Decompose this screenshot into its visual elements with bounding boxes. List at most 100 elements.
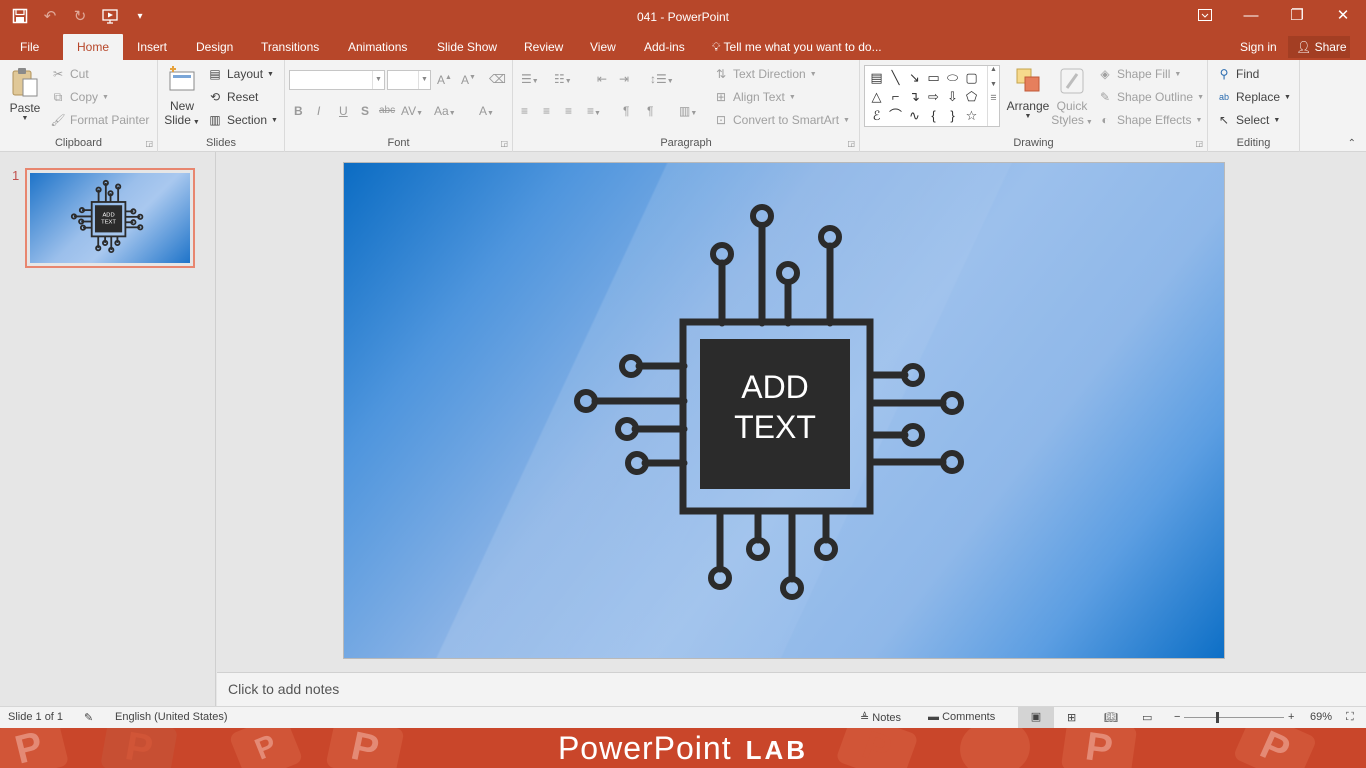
format-painter-button[interactable]: 🖌︎ Format Painter — [50, 112, 149, 128]
right-brace-shape-icon[interactable]: } — [943, 106, 962, 125]
character-spacing-icon[interactable]: AV▼ — [401, 104, 423, 118]
shapes-scrollbar[interactable]: ▲ ▼ ☰ — [987, 66, 999, 126]
left-brace-shape-icon[interactable]: { — [924, 106, 943, 125]
rectangle-shape-icon[interactable]: ▭ — [924, 68, 943, 87]
bold-icon[interactable]: B — [294, 104, 303, 118]
tab-home[interactable]: Home — [63, 34, 124, 60]
shapes-gallery[interactable]: ▤ ╲ ↘ ▭ ⬭ ▢ △ ⌐ ↴ ⇨ ⇩ ⬠ ℰ ⌒ ∿ { } ☆ ▲ ▼ ☰ — [864, 65, 1000, 127]
clear-formatting-icon[interactable]: ⌫ — [489, 72, 506, 86]
change-case-icon[interactable]: Aa▼ — [434, 104, 456, 118]
align-right-icon[interactable]: ≡ — [565, 104, 572, 118]
replace-button[interactable]: ab Replace ▼ — [1216, 89, 1291, 105]
elbow-arrow-shape-icon[interactable]: ↴ — [905, 87, 924, 106]
arrange-button[interactable]: Arrange ▼ — [1006, 66, 1050, 120]
rounded-rect-shape-icon[interactable]: ▢ — [962, 68, 981, 87]
dialog-launcher-icon[interactable]: ◲ — [145, 139, 153, 148]
italic-icon[interactable]: I — [317, 104, 320, 118]
slideshow-view-icon[interactable]: ▭ — [1142, 711, 1152, 724]
increase-indent-icon[interactable]: ⇥ — [619, 72, 629, 86]
notes-pane[interactable]: Click to add notes — [217, 672, 1366, 706]
normal-view-icon[interactable]: ▣ — [1018, 707, 1054, 728]
cut-button[interactable]: ✂ Cut — [50, 66, 89, 82]
tab-animations[interactable]: Animations — [348, 34, 407, 60]
zoom-slider-thumb[interactable] — [1216, 712, 1219, 723]
slide-thumbnail[interactable]: ADD TEXT — [25, 168, 195, 268]
numbering-icon[interactable]: ☷▼ — [554, 72, 572, 86]
tab-design[interactable]: Design — [196, 34, 233, 60]
underline-icon[interactable]: U — [339, 104, 348, 118]
arrow-line-shape-icon[interactable]: ↘ — [905, 68, 924, 87]
align-text-button[interactable]: ⊞ Align Text ▼ — [713, 89, 796, 105]
justify-icon[interactable]: ≡▼ — [587, 104, 601, 118]
decrease-indent-icon[interactable]: ⇤ — [597, 72, 607, 86]
text-direction-button[interactable]: ⇅ Text Direction ▼ — [713, 66, 817, 82]
tab-addins[interactable]: Add-ins — [644, 34, 685, 60]
minimize-icon[interactable]: — — [1228, 0, 1274, 30]
dialog-launcher-icon[interactable]: ◲ — [1195, 139, 1203, 148]
font-color-icon[interactable]: A▼ — [479, 104, 494, 118]
ltr-icon[interactable]: ¶ — [623, 104, 629, 118]
select-button[interactable]: ↖ Select ▼ — [1216, 112, 1280, 128]
share-button[interactable]: 👤︎ Share — [1288, 36, 1350, 58]
sign-in-link[interactable]: Sign in — [1240, 34, 1277, 60]
font-name-select[interactable]: ▼ — [289, 70, 385, 90]
zoom-out-icon[interactable]: − — [1174, 711, 1180, 723]
star-shape-icon[interactable]: ☆ — [962, 106, 981, 125]
paste-button[interactable]: Paste ▼ — [6, 66, 44, 122]
collapse-ribbon-icon[interactable]: ⌃ — [1348, 138, 1356, 149]
reset-button[interactable]: ⟲ Reset — [207, 89, 258, 105]
wave-shape-icon[interactable]: ∿ — [905, 106, 924, 125]
close-icon[interactable]: ✕ — [1320, 0, 1366, 30]
dialog-launcher-icon[interactable]: ◲ — [847, 139, 855, 148]
triangle-shape-icon[interactable]: △ — [867, 87, 886, 106]
down-arrow-shape-icon[interactable]: ⇩ — [943, 87, 962, 106]
shape-effects-button[interactable]: ◐ Shape Effects ▼ — [1097, 112, 1202, 128]
zoom-slider[interactable] — [1184, 717, 1284, 718]
copy-button[interactable]: ⧉ Copy ▼ — [50, 89, 109, 105]
zoom-level[interactable]: 69% — [1310, 711, 1332, 723]
find-button[interactable]: ⚲ Find — [1216, 66, 1260, 82]
textbox-shape-icon[interactable]: ▤ — [867, 68, 886, 87]
spelling-icon[interactable]: ✎ — [84, 711, 93, 724]
restore-icon[interactable]: ❐ — [1274, 0, 1320, 30]
elbow-connector-shape-icon[interactable]: ⌐ — [886, 87, 905, 106]
new-slide-button[interactable]: New Slide ▼ — [164, 66, 200, 127]
dialog-launcher-icon[interactable]: ◲ — [500, 139, 508, 148]
quick-styles-button[interactable]: Quick Styles ▼ — [1050, 66, 1094, 127]
section-button[interactable]: ▥ Section ▼ — [207, 112, 278, 128]
tab-file[interactable]: File — [20, 34, 39, 60]
fit-to-window-icon[interactable]: ⛶ — [1346, 711, 1354, 724]
oval-shape-icon[interactable]: ⬭ — [943, 68, 962, 87]
tell-me-box[interactable]: 💡︎ Tell me what you want to do... — [712, 34, 882, 60]
right-arrow-shape-icon[interactable]: ⇨ — [924, 87, 943, 106]
slide-canvas[interactable]: ADD TEXT — [343, 162, 1225, 659]
columns-icon[interactable]: ▥▼ — [679, 104, 697, 118]
rtl-icon[interactable]: ¶ — [647, 104, 653, 118]
language-indicator[interactable]: English (United States) — [115, 711, 228, 723]
convert-smartart-button[interactable]: ⊡ Convert to SmartArt ▼ — [713, 112, 850, 128]
shrink-font-icon[interactable]: A▼ — [461, 73, 476, 87]
tab-review[interactable]: Review — [524, 34, 563, 60]
tab-slideshow[interactable]: Slide Show — [437, 34, 497, 60]
layout-button[interactable]: ▤ Layout ▼ — [207, 66, 274, 82]
pentagon-shape-icon[interactable]: ⬠ — [962, 87, 981, 106]
comments-toggle[interactable]: ▬ Comments — [928, 711, 995, 723]
shape-fill-button[interactable]: ◈ Shape Fill ▼ — [1097, 66, 1181, 82]
bullets-icon[interactable]: ☰▼ — [521, 72, 539, 86]
line-shape-icon[interactable]: ╲ — [886, 68, 905, 87]
tab-view[interactable]: View — [590, 34, 616, 60]
align-left-icon[interactable]: ≡ — [521, 104, 528, 118]
strikethrough-icon[interactable]: abc — [379, 105, 395, 116]
curve-shape-icon[interactable]: ⌒ — [886, 106, 905, 125]
grow-font-icon[interactable]: A▲ — [437, 73, 452, 87]
line-spacing-icon[interactable]: ↕☰▼ — [650, 72, 674, 86]
align-center-icon[interactable]: ≡ — [543, 104, 550, 118]
freeform-shape-icon[interactable]: ℰ — [867, 106, 886, 125]
tab-insert[interactable]: Insert — [137, 34, 167, 60]
font-size-select[interactable]: ▼ — [387, 70, 431, 90]
slide-sorter-icon[interactable]: ⊞ — [1067, 711, 1076, 724]
shape-outline-button[interactable]: ✎ Shape Outline ▼ — [1097, 89, 1204, 105]
shadow-icon[interactable]: S — [361, 104, 369, 118]
tab-transitions[interactable]: Transitions — [261, 34, 319, 60]
reading-view-icon[interactable]: 📖︎ — [1104, 711, 1118, 724]
